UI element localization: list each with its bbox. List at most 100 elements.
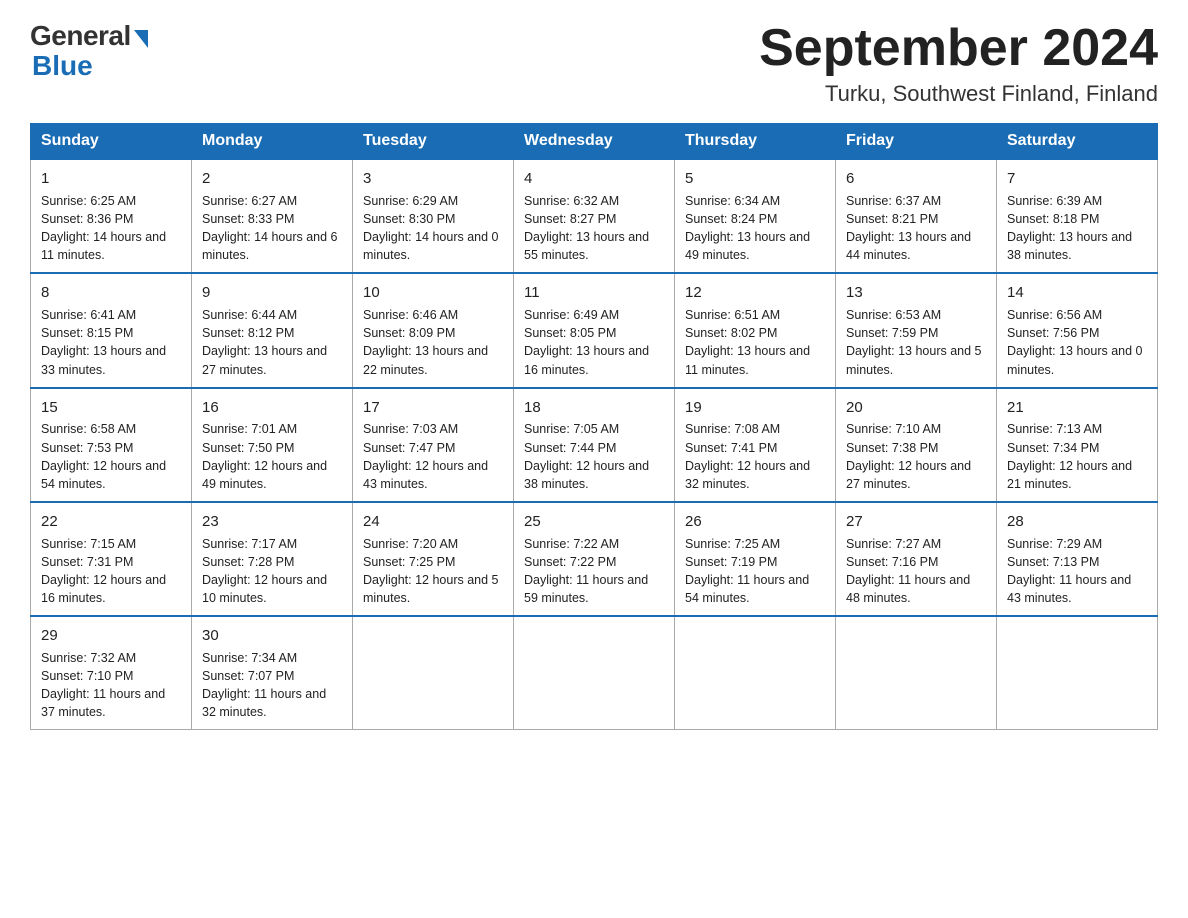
calendar-cell [836, 616, 997, 730]
calendar-cell: 18 Sunrise: 7:05 AMSunset: 7:44 PMDaylig… [514, 388, 675, 502]
day-info: Sunrise: 6:46 AMSunset: 8:09 PMDaylight:… [363, 306, 503, 379]
day-info: Sunrise: 6:29 AMSunset: 8:30 PMDaylight:… [363, 192, 503, 265]
calendar-cell: 9 Sunrise: 6:44 AMSunset: 8:12 PMDayligh… [192, 273, 353, 387]
day-info: Sunrise: 6:49 AMSunset: 8:05 PMDaylight:… [524, 306, 664, 379]
day-number: 1 [41, 168, 181, 190]
calendar-cell: 20 Sunrise: 7:10 AMSunset: 7:38 PMDaylig… [836, 388, 997, 502]
day-number: 5 [685, 168, 825, 190]
header-thursday: Thursday [675, 124, 836, 160]
day-number: 23 [202, 511, 342, 533]
week-row-3: 15 Sunrise: 6:58 AMSunset: 7:53 PMDaylig… [31, 388, 1158, 502]
calendar-cell: 24 Sunrise: 7:20 AMSunset: 7:25 PMDaylig… [353, 502, 514, 616]
day-number: 14 [1007, 282, 1147, 304]
week-row-1: 1 Sunrise: 6:25 AMSunset: 8:36 PMDayligh… [31, 159, 1158, 273]
day-number: 15 [41, 397, 181, 419]
week-row-5: 29 Sunrise: 7:32 AMSunset: 7:10 PMDaylig… [31, 616, 1158, 730]
day-info: Sunrise: 7:15 AMSunset: 7:31 PMDaylight:… [41, 535, 181, 608]
day-info: Sunrise: 7:05 AMSunset: 7:44 PMDaylight:… [524, 420, 664, 493]
calendar-cell [675, 616, 836, 730]
calendar-cell: 7 Sunrise: 6:39 AMSunset: 8:18 PMDayligh… [997, 159, 1158, 273]
week-row-4: 22 Sunrise: 7:15 AMSunset: 7:31 PMDaylig… [31, 502, 1158, 616]
title-section: September 2024 Turku, Southwest Finland,… [759, 20, 1158, 107]
day-info: Sunrise: 6:51 AMSunset: 8:02 PMDaylight:… [685, 306, 825, 379]
header-sunday: Sunday [31, 124, 192, 160]
calendar-cell: 11 Sunrise: 6:49 AMSunset: 8:05 PMDaylig… [514, 273, 675, 387]
calendar-cell [997, 616, 1158, 730]
day-number: 25 [524, 511, 664, 533]
day-number: 13 [846, 282, 986, 304]
day-info: Sunrise: 6:58 AMSunset: 7:53 PMDaylight:… [41, 420, 181, 493]
header-tuesday: Tuesday [353, 124, 514, 160]
day-info: Sunrise: 7:34 AMSunset: 7:07 PMDaylight:… [202, 649, 342, 722]
calendar-cell [514, 616, 675, 730]
calendar-cell: 5 Sunrise: 6:34 AMSunset: 8:24 PMDayligh… [675, 159, 836, 273]
calendar-cell: 22 Sunrise: 7:15 AMSunset: 7:31 PMDaylig… [31, 502, 192, 616]
calendar-cell: 23 Sunrise: 7:17 AMSunset: 7:28 PMDaylig… [192, 502, 353, 616]
day-info: Sunrise: 7:13 AMSunset: 7:34 PMDaylight:… [1007, 420, 1147, 493]
calendar-cell: 12 Sunrise: 6:51 AMSunset: 8:02 PMDaylig… [675, 273, 836, 387]
day-number: 9 [202, 282, 342, 304]
day-info: Sunrise: 6:44 AMSunset: 8:12 PMDaylight:… [202, 306, 342, 379]
calendar-cell: 6 Sunrise: 6:37 AMSunset: 8:21 PMDayligh… [836, 159, 997, 273]
day-number: 18 [524, 397, 664, 419]
page-header: General Blue September 2024 Turku, South… [30, 20, 1158, 107]
calendar-table: SundayMondayTuesdayWednesdayThursdayFrid… [30, 123, 1158, 730]
day-info: Sunrise: 7:17 AMSunset: 7:28 PMDaylight:… [202, 535, 342, 608]
logo-arrow-icon [134, 30, 148, 48]
calendar-cell: 19 Sunrise: 7:08 AMSunset: 7:41 PMDaylig… [675, 388, 836, 502]
calendar-cell: 28 Sunrise: 7:29 AMSunset: 7:13 PMDaylig… [997, 502, 1158, 616]
week-row-2: 8 Sunrise: 6:41 AMSunset: 8:15 PMDayligh… [31, 273, 1158, 387]
day-info: Sunrise: 7:22 AMSunset: 7:22 PMDaylight:… [524, 535, 664, 608]
day-info: Sunrise: 7:27 AMSunset: 7:16 PMDaylight:… [846, 535, 986, 608]
header-row: SundayMondayTuesdayWednesdayThursdayFrid… [31, 124, 1158, 160]
calendar-cell: 30 Sunrise: 7:34 AMSunset: 7:07 PMDaylig… [192, 616, 353, 730]
logo: General Blue [30, 20, 148, 82]
day-number: 11 [524, 282, 664, 304]
day-info: Sunrise: 6:32 AMSunset: 8:27 PMDaylight:… [524, 192, 664, 265]
calendar-cell: 15 Sunrise: 6:58 AMSunset: 7:53 PMDaylig… [31, 388, 192, 502]
day-info: Sunrise: 6:34 AMSunset: 8:24 PMDaylight:… [685, 192, 825, 265]
day-number: 19 [685, 397, 825, 419]
day-number: 2 [202, 168, 342, 190]
calendar-cell: 13 Sunrise: 6:53 AMSunset: 7:59 PMDaylig… [836, 273, 997, 387]
calendar-cell: 27 Sunrise: 7:27 AMSunset: 7:16 PMDaylig… [836, 502, 997, 616]
calendar-cell: 14 Sunrise: 6:56 AMSunset: 7:56 PMDaylig… [997, 273, 1158, 387]
header-friday: Friday [836, 124, 997, 160]
day-info: Sunrise: 7:25 AMSunset: 7:19 PMDaylight:… [685, 535, 825, 608]
calendar-cell: 16 Sunrise: 7:01 AMSunset: 7:50 PMDaylig… [192, 388, 353, 502]
day-info: Sunrise: 6:53 AMSunset: 7:59 PMDaylight:… [846, 306, 986, 379]
calendar-cell [353, 616, 514, 730]
day-number: 16 [202, 397, 342, 419]
calendar-cell: 1 Sunrise: 6:25 AMSunset: 8:36 PMDayligh… [31, 159, 192, 273]
day-info: Sunrise: 6:37 AMSunset: 8:21 PMDaylight:… [846, 192, 986, 265]
calendar-cell: 17 Sunrise: 7:03 AMSunset: 7:47 PMDaylig… [353, 388, 514, 502]
header-saturday: Saturday [997, 124, 1158, 160]
month-title: September 2024 [759, 20, 1158, 77]
day-number: 20 [846, 397, 986, 419]
calendar-cell: 8 Sunrise: 6:41 AMSunset: 8:15 PMDayligh… [31, 273, 192, 387]
day-info: Sunrise: 6:39 AMSunset: 8:18 PMDaylight:… [1007, 192, 1147, 265]
day-info: Sunrise: 6:25 AMSunset: 8:36 PMDaylight:… [41, 192, 181, 265]
day-number: 7 [1007, 168, 1147, 190]
day-info: Sunrise: 7:08 AMSunset: 7:41 PMDaylight:… [685, 420, 825, 493]
day-number: 3 [363, 168, 503, 190]
calendar-cell: 3 Sunrise: 6:29 AMSunset: 8:30 PMDayligh… [353, 159, 514, 273]
day-number: 22 [41, 511, 181, 533]
logo-blue-text: Blue [32, 50, 93, 82]
day-number: 24 [363, 511, 503, 533]
day-number: 27 [846, 511, 986, 533]
logo-general-text: General [30, 20, 131, 52]
header-monday: Monday [192, 124, 353, 160]
calendar-cell: 10 Sunrise: 6:46 AMSunset: 8:09 PMDaylig… [353, 273, 514, 387]
location-text: Turku, Southwest Finland, Finland [759, 81, 1158, 107]
calendar-cell: 25 Sunrise: 7:22 AMSunset: 7:22 PMDaylig… [514, 502, 675, 616]
calendar-cell: 4 Sunrise: 6:32 AMSunset: 8:27 PMDayligh… [514, 159, 675, 273]
day-info: Sunrise: 6:27 AMSunset: 8:33 PMDaylight:… [202, 192, 342, 265]
day-number: 21 [1007, 397, 1147, 419]
day-number: 26 [685, 511, 825, 533]
day-number: 4 [524, 168, 664, 190]
day-number: 12 [685, 282, 825, 304]
header-wednesday: Wednesday [514, 124, 675, 160]
day-number: 8 [41, 282, 181, 304]
day-number: 30 [202, 625, 342, 647]
